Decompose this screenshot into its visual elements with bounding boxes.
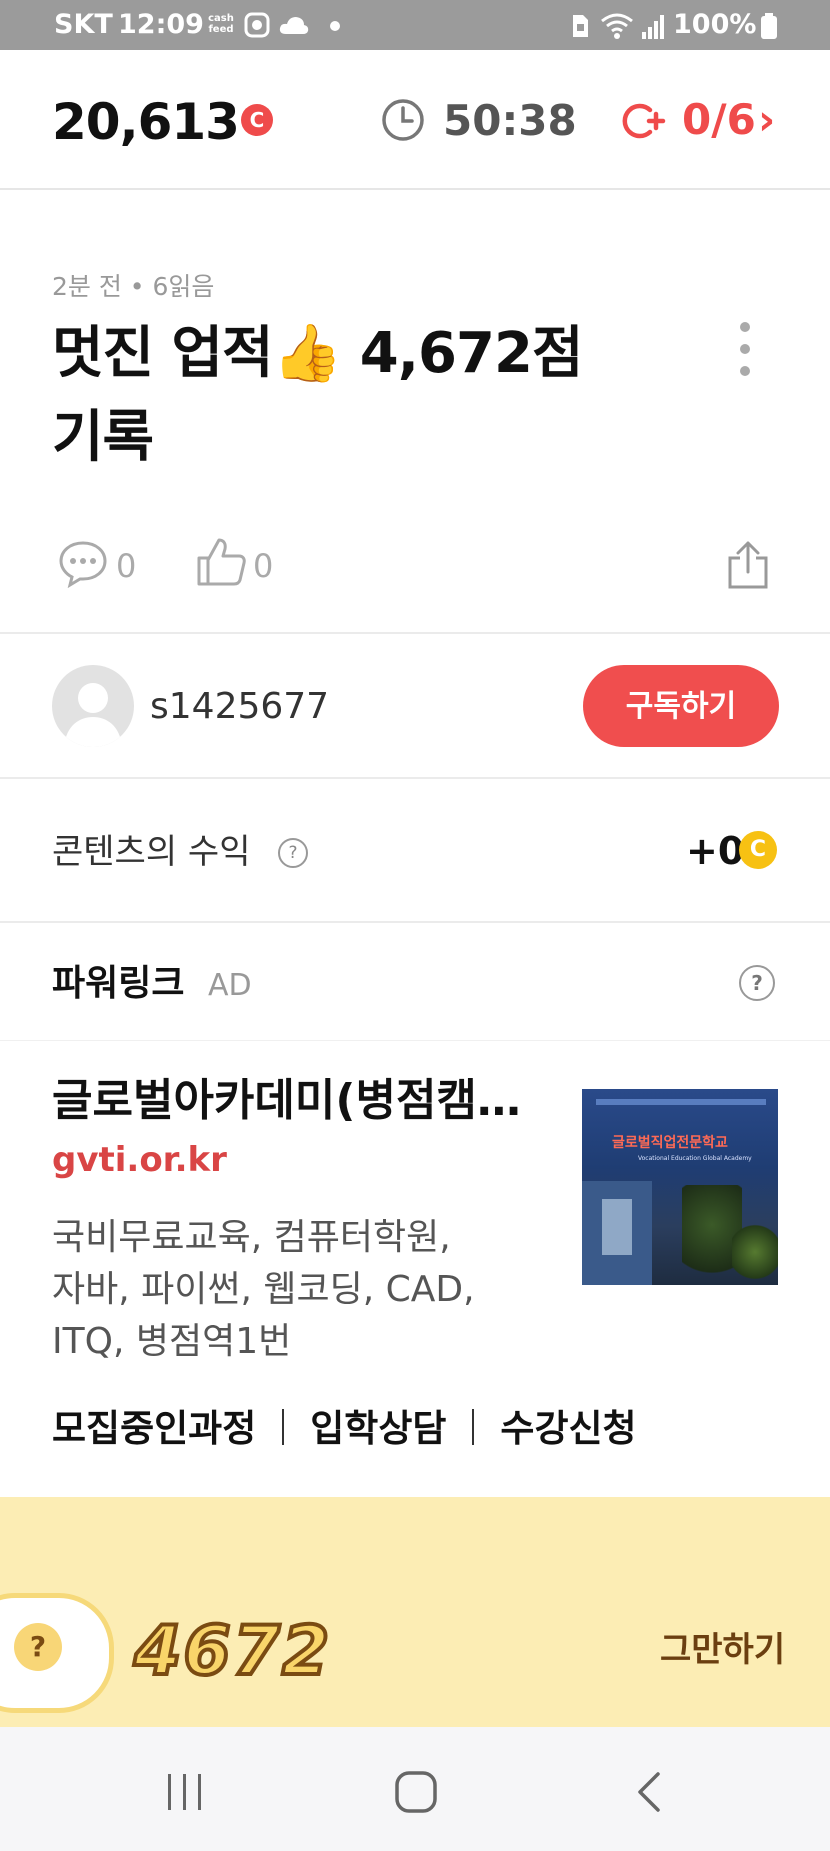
dot-icon xyxy=(330,21,340,31)
system-navigation-bar xyxy=(0,1727,830,1851)
door-panel xyxy=(602,1199,632,1255)
ad-sitelink[interactable]: 모집중인과정 xyxy=(52,1407,256,1450)
battery-icon xyxy=(761,13,777,39)
app-notification-icon xyxy=(244,12,270,38)
separator xyxy=(282,1409,285,1445)
ad-description: 국비무료교육, 컴퓨터학원, 자바, 파이썬, 웹코딩, CAD, ITQ, 병… xyxy=(52,1212,502,1368)
back-icon[interactable] xyxy=(634,1771,664,1813)
building-sign: 글로벌직업전문학교 xyxy=(612,1135,728,1151)
like-icon[interactable] xyxy=(195,536,247,588)
user-silhouette-icon xyxy=(64,683,122,747)
header-divider xyxy=(0,188,830,190)
game-score: 4672 xyxy=(132,1610,332,1693)
post-title-line2: 기록 xyxy=(52,405,154,470)
recent-apps-icon[interactable] xyxy=(164,1772,206,1812)
wifi-icon xyxy=(601,13,633,39)
divider xyxy=(0,777,830,779)
clock-time: 12:09 xyxy=(118,9,204,40)
post-title-part2: 4,672점 xyxy=(341,321,584,386)
help-icon[interactable]: ? xyxy=(739,965,775,1001)
ad-sitelink[interactable]: 수강신청 xyxy=(500,1407,636,1450)
building-subsign: Vocational Education Global Academy xyxy=(638,1155,752,1162)
plant-image xyxy=(732,1219,778,1285)
chevron-right-icon: › xyxy=(758,95,776,144)
status-bar: SKT 12:09 cash feed 100% xyxy=(0,0,830,50)
cashfeed-line2: feed xyxy=(208,24,234,35)
divider xyxy=(0,921,830,923)
cashfeed-notification-icon: cash feed xyxy=(206,13,236,35)
ad-sitelinks: 모집중인과정 입학상담 수강신청 xyxy=(52,1404,637,1454)
cashfeed-line1: cash xyxy=(208,13,234,24)
home-icon[interactable] xyxy=(394,1770,438,1814)
post-title-part1: 멋진 업적 xyxy=(52,321,274,386)
ad-url-link[interactable]: gvti.or.kr xyxy=(52,1138,227,1182)
game-banner xyxy=(0,1497,830,1727)
cloud-icon xyxy=(279,17,309,34)
post-meta: 2분 전 • 6읽음 xyxy=(52,272,215,301)
coin-balance: 20,613 xyxy=(52,93,240,151)
ad-title-link[interactable]: 글로벌아카데미(병점캠… xyxy=(52,1074,542,1128)
comment-icon[interactable] xyxy=(58,538,108,588)
quota-count: 0/6 xyxy=(682,95,756,144)
ad-thumbnail-image[interactable]: 글로벌직업전문학교 Vocational Education Global Ac… xyxy=(582,1089,778,1285)
separator xyxy=(472,1409,475,1445)
comment-count: 0 xyxy=(116,547,137,585)
powerlink-title: 파워링크 xyxy=(52,963,185,1004)
divider xyxy=(0,632,830,634)
ad-sitelink[interactable]: 입학상담 xyxy=(310,1407,446,1450)
carrier-label: SKT xyxy=(54,9,113,40)
ad-description-line: 자바, 파이썬, 웹코딩, CAD, xyxy=(52,1269,475,1310)
post-title: 멋진 업적👍 4,672점 기록 xyxy=(52,312,692,480)
signal-icon xyxy=(642,15,664,39)
avatar[interactable] xyxy=(52,665,134,747)
ad-description-line: ITQ, 병점역1번 xyxy=(52,1321,292,1362)
author-username[interactable]: s1425677 xyxy=(150,686,329,728)
share-icon[interactable] xyxy=(726,540,770,590)
sim-icon xyxy=(573,15,588,37)
help-icon[interactable]: ? xyxy=(278,838,308,868)
ad-description-line: 국비무료교육, 컴퓨터학원, xyxy=(52,1217,451,1258)
stop-button[interactable]: 그만하기 xyxy=(660,1628,785,1672)
content-earnings-label: 콘텐츠의 수익 xyxy=(52,832,251,872)
coin-plus-icon xyxy=(622,103,666,139)
divider xyxy=(0,1040,830,1041)
clock-icon xyxy=(382,99,424,141)
timer: 50:38 xyxy=(443,96,577,145)
battery-percent: 100% xyxy=(673,9,757,40)
subscribe-button[interactable]: 구독하기 xyxy=(583,665,779,747)
content-earnings-value: +0 xyxy=(686,829,745,873)
ceiling-light xyxy=(596,1099,766,1105)
like-count: 0 xyxy=(253,547,274,585)
thumbs-up-emoji: 👍 xyxy=(272,321,343,386)
more-icon[interactable] xyxy=(740,322,754,388)
ad-tag: AD xyxy=(208,968,252,1003)
coin-icon: C xyxy=(739,831,777,869)
coin-icon: C xyxy=(241,104,273,136)
hint-button[interactable]: ? xyxy=(14,1623,62,1671)
